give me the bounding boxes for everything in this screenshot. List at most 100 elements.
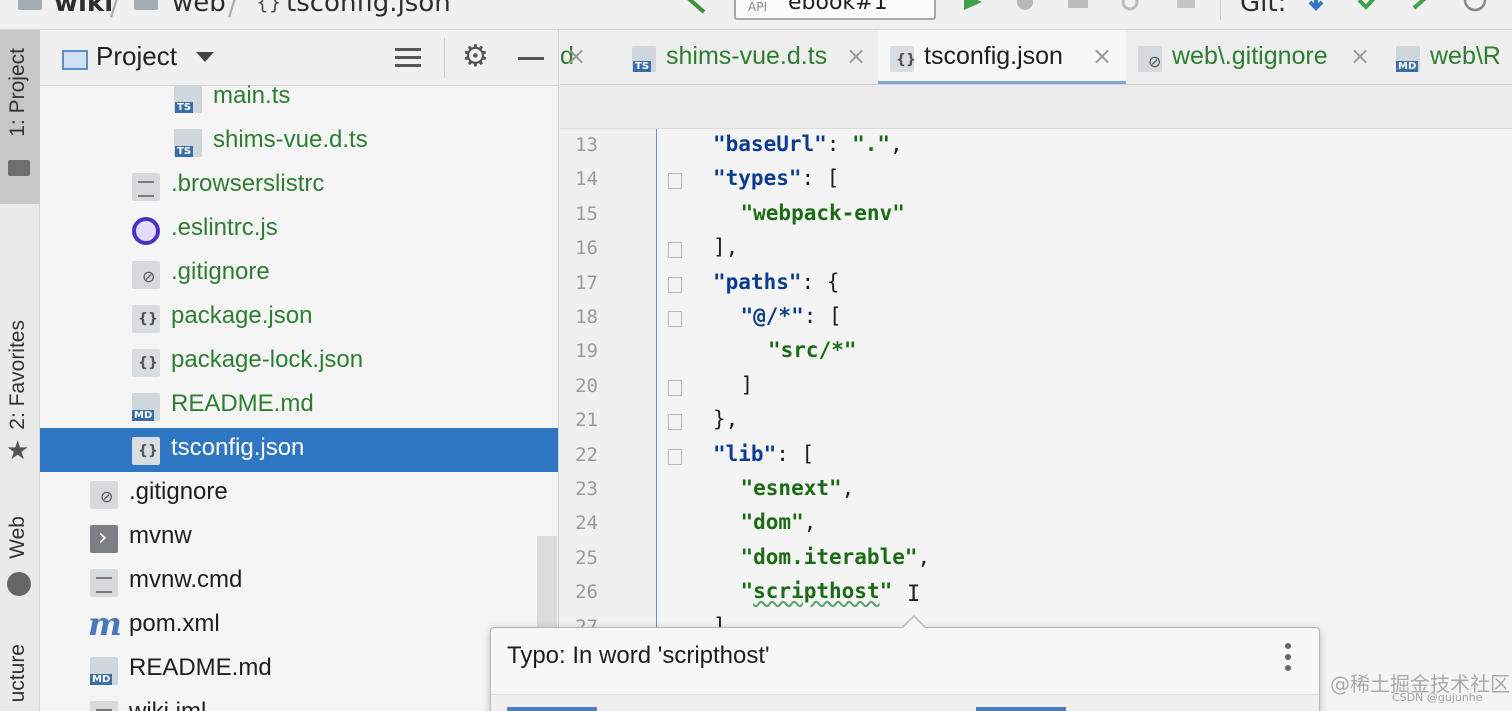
fold-marker-icon[interactable] [668, 414, 682, 431]
line-number: 26 [575, 581, 598, 604]
star-icon: ★ [6, 436, 30, 466]
tree-item[interactable]: pom.xml [40, 604, 558, 648]
tree-item-label: README.md [129, 654, 272, 681]
breadcrumb-web[interactable]: web [172, 0, 226, 18]
tree-item[interactable]: main.ts [40, 76, 558, 120]
fold-marker-icon[interactable] [668, 276, 682, 293]
tree-item-label: main.ts [213, 82, 291, 109]
run-icon[interactable] [960, 0, 986, 16]
editor-tab[interactable]: shims-vue.d.ts × [620, 30, 880, 84]
tree-item[interactable]: tsconfig.json [40, 428, 558, 472]
fold-marker-icon[interactable] [668, 379, 682, 396]
tree-item[interactable]: README.md [40, 648, 558, 692]
code-line: 19 "src/*" [560, 336, 1512, 370]
code-token: "@/*" [740, 304, 804, 328]
shell-file-icon [90, 523, 118, 553]
eslint-icon [132, 217, 160, 245]
stop-icon[interactable] [1174, 0, 1200, 16]
tree-item[interactable]: .gitignore [40, 472, 558, 516]
code-token: "dom" [740, 510, 804, 535]
vcs-push-icon[interactable] [1410, 0, 1436, 16]
editor-tab-bar: d× shims-vue.d.ts×tsconfig.json×web\.giti… [560, 30, 1512, 85]
breadcrumb-file[interactable]: tsconfig.json [286, 0, 451, 18]
code-text: "paths": { [713, 270, 839, 294]
editor-tab[interactable]: web\.gitignore × [1126, 30, 1384, 84]
close-icon[interactable]: × [1092, 42, 1112, 70]
history-icon[interactable] [1462, 0, 1488, 16]
editor-tab[interactable]: web\R [1384, 30, 1512, 84]
code-editor[interactable]: 13 "baseUrl": ".", 14 "types": [15 "webpack-… [560, 85, 1512, 711]
code-text: "@/*": [ [741, 304, 842, 328]
typo-word: scripthost [753, 579, 880, 604]
code-line: 23 "esnext", [560, 474, 1512, 508]
more-actions-link[interactable] [976, 707, 1066, 711]
typo-inspection-popup[interactable]: Typo: In word 'scripthost' [490, 615, 1320, 711]
code-text: }, [713, 407, 738, 431]
ignore-file-icon [90, 481, 118, 509]
tree-item[interactable]: wiki.iml [40, 692, 558, 711]
tree-item[interactable]: mvnw.cmd [40, 560, 558, 604]
tree-item[interactable]: .gitignore [40, 252, 558, 296]
code-token: "src/*" [768, 338, 857, 363]
popup-actions-row [491, 694, 1319, 711]
profile-icon[interactable] [1118, 0, 1144, 16]
tree-item-label: .eslintrc.js [171, 214, 278, 241]
close-icon[interactable]: × [846, 42, 866, 70]
collapse-all-icon[interactable] [395, 44, 421, 72]
line-number: 13 [575, 134, 598, 156]
vcs-update-icon[interactable] [1304, 0, 1330, 16]
editor-tab[interactable]: d × [560, 30, 600, 84]
more-actions-icon[interactable] [1284, 642, 1292, 672]
tree-item-label: README.md [171, 390, 314, 417]
breadcrumb-wiki[interactable]: wiki [54, 0, 113, 18]
project-view-title[interactable]: Project [96, 41, 177, 72]
header-divider [444, 38, 445, 78]
tree-item-label: mvnw.cmd [129, 566, 243, 593]
fold-marker-icon[interactable] [668, 311, 682, 327]
debug-icon[interactable] [1012, 0, 1038, 16]
code-text: "dom.iterable", [741, 545, 931, 569]
editor-tab-label: web\R [1430, 42, 1501, 70]
code-line: 16], [560, 233, 1512, 267]
hide-panel-icon[interactable] [518, 57, 544, 60]
run-configuration-select[interactable]: API ebook#1 [734, 0, 936, 20]
markdown-file-icon [1396, 46, 1420, 72]
web-tool-window-button[interactable]: Web [0, 508, 40, 608]
editor-tab[interactable]: tsconfig.json × [878, 30, 1126, 84]
fold-marker-icon[interactable] [668, 173, 682, 190]
project-tool-window-button[interactable]: 1: Project [0, 30, 40, 204]
api-badge: API [748, 0, 767, 14]
close-icon[interactable]: × [566, 42, 586, 70]
typescript-file-icon [632, 46, 656, 72]
line-number: 18 [575, 306, 598, 328]
favorites-tool-window-button[interactable]: 2: Favorites ★ [0, 320, 40, 480]
tree-item[interactable]: .eslintrc.js [40, 208, 558, 252]
tree-item[interactable]: package-lock.json [40, 340, 558, 384]
fold-marker-icon[interactable] [668, 448, 682, 465]
code-token: "." [852, 132, 891, 156]
chevron-down-icon[interactable] [196, 52, 214, 62]
quick-fix-link[interactable] [507, 707, 597, 711]
code-text: "esnext", [741, 476, 855, 500]
json-file-icon: {} [256, 0, 282, 14]
web-tool-window-label: Web [6, 516, 29, 559]
code-line: 14 "types": [ [560, 164, 1512, 198]
vcs-commit-icon[interactable] [1356, 0, 1382, 16]
tree-item[interactable]: shims-vue.d.ts [40, 120, 558, 164]
back-arrow-icon[interactable] [684, 0, 710, 16]
tree-item[interactable]: .browserslistrc [40, 164, 558, 208]
globe-icon [7, 572, 31, 596]
fold-marker-icon[interactable] [668, 242, 682, 259]
code-token: " [740, 579, 754, 604]
coverage-icon[interactable] [1066, 0, 1092, 16]
tree-item[interactable]: mvnw [40, 516, 558, 560]
project-folder-icon [18, 0, 42, 10]
typescript-file-icon [174, 129, 202, 157]
tree-item[interactable]: README.md [40, 384, 558, 428]
code-text: "baseUrl": ".", [713, 132, 903, 156]
close-icon[interactable]: × [1350, 42, 1370, 70]
structure-tool-window-button[interactable]: ucture [0, 638, 40, 711]
tree-item-label: package-lock.json [171, 346, 364, 373]
gear-icon[interactable]: ⚙ [462, 42, 489, 72]
tree-item[interactable]: package.json [40, 296, 558, 340]
